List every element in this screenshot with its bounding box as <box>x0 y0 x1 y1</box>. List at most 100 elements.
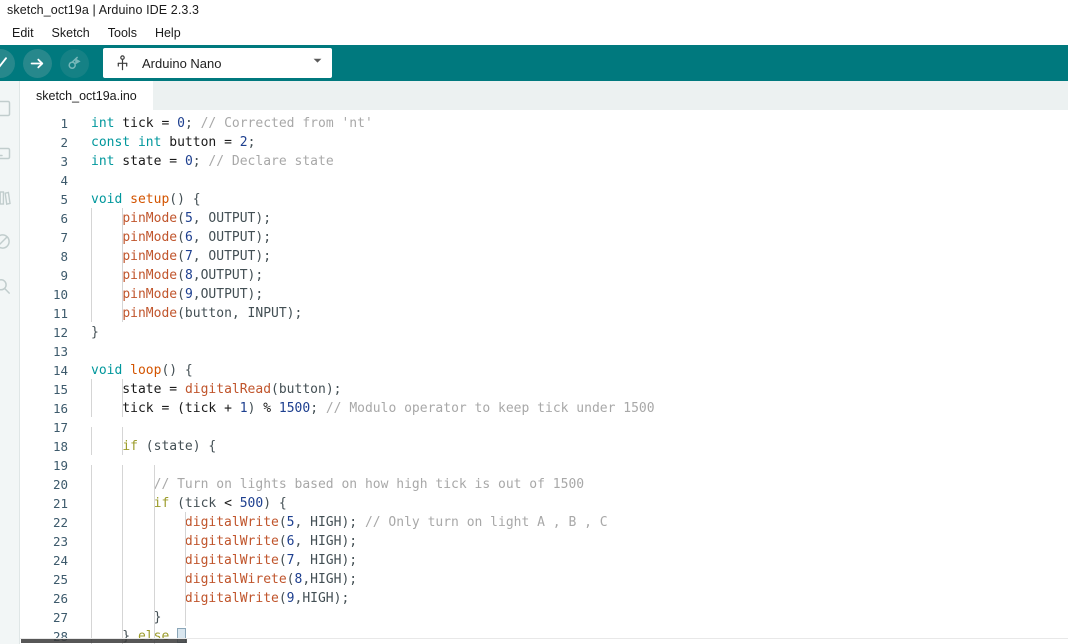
code-token: button <box>161 135 225 150</box>
line-number: 21 <box>52 496 68 511</box>
debug-button[interactable] <box>60 48 89 78</box>
line-number: 20 <box>52 477 68 492</box>
code-line[interactable]: 26 digitalWrite(9,HIGH); <box>20 588 1068 608</box>
code-line-content: digitalWrite(6, HIGH); <box>72 531 1068 551</box>
code-line[interactable]: 1 int tick = 0; // Corrected from 'nt' <box>20 114 1068 133</box>
indent-guide <box>91 588 92 607</box>
indent-guide <box>122 512 124 531</box>
boards-manager-icon[interactable] <box>0 138 17 168</box>
debug-sidebar-icon[interactable] <box>0 226 17 256</box>
code-line[interactable]: 6 pinMode(5, OUTPUT); <box>20 208 1068 228</box>
code-line[interactable]: 5 void setup() { <box>20 190 1068 209</box>
indent-guide <box>122 550 124 569</box>
code-token: } <box>91 325 99 340</box>
code-token: ( <box>177 287 185 302</box>
code-line[interactable]: 11 pinMode(button, INPUT); <box>20 303 1068 323</box>
code-line[interactable]: 16 tick = (tick + 1) % 1500; // Modulo o… <box>20 398 1068 418</box>
debug-icon <box>66 54 84 72</box>
code-token: ) <box>247 401 264 416</box>
scrollbar-thumb[interactable] <box>21 639 187 643</box>
indent-guide <box>153 531 155 550</box>
sketchbook-icon[interactable] <box>0 93 17 123</box>
code-line[interactable]: 17 <box>20 418 1068 446</box>
code-line[interactable]: 19 <box>20 456 1068 484</box>
menu-item-tools[interactable]: Tools <box>108 25 146 41</box>
line-number: 2 <box>60 135 68 150</box>
code-line[interactable]: 18 if (state) { <box>20 436 1068 456</box>
code-token: ; <box>247 135 256 150</box>
code-line[interactable]: 21 if (tick < 500) { <box>20 493 1068 513</box>
code-line[interactable]: 9 pinMode(8,OUTPUT); <box>20 265 1068 285</box>
code-line[interactable]: 15 state = digitalRead(button); <box>20 379 1068 399</box>
code-token: = <box>169 154 178 169</box>
menu-item-sketch[interactable]: Sketch <box>52 25 99 41</box>
code-token: void <box>91 363 123 378</box>
code-line[interactable]: 4 <box>20 171 1068 190</box>
code-line[interactable]: 14 void loop() { <box>20 361 1068 380</box>
checkmark-icon <box>0 55 9 72</box>
library-manager-icon[interactable] <box>0 182 17 212</box>
code-line[interactable]: 7 pinMode(6, OUTPUT); <box>20 227 1068 247</box>
code-line[interactable]: 3 int state = 0; // Declare state <box>20 152 1068 171</box>
line-number: 11 <box>52 306 68 321</box>
indent-guide <box>184 588 186 607</box>
verify-button[interactable] <box>0 48 15 78</box>
code-line[interactable]: 13 <box>20 342 1068 361</box>
horizontal-scrollbar[interactable] <box>20 639 1068 644</box>
upload-button[interactable] <box>23 48 52 78</box>
code-token: ( <box>177 230 185 245</box>
line-number: 23 <box>52 534 68 549</box>
arduino-ide-window: sketch_oct19a | Arduino IDE 2.3.3 Edit S… <box>0 0 1068 644</box>
code-line-content: tick = (tick + 1) % 1500; // Modulo oper… <box>72 398 1068 418</box>
line-number: 9 <box>60 268 68 283</box>
code-line-content: void setup() { <box>72 190 1068 209</box>
menu-item-help[interactable]: Help <box>155 25 190 41</box>
board-selector[interactable]: Arduino Nano <box>103 48 332 78</box>
code-line[interactable]: 2 const int button = 2; <box>20 133 1068 152</box>
line-number: 26 <box>52 591 68 606</box>
indent-guide <box>184 607 186 626</box>
tab-sketch-oct19a-ino[interactable]: sketch_oct19a.ino <box>20 81 153 110</box>
code-line[interactable]: 25 digitalWirete(8,HIGH); <box>20 569 1068 589</box>
code-line[interactable]: 23 digitalWrite(6, HIGH); <box>20 531 1068 551</box>
chevron-down-icon[interactable] <box>311 54 324 72</box>
code-token: // Corrected from 'nt' <box>200 116 373 131</box>
code-line-content: digitalWirete(8,HIGH); <box>72 569 1068 589</box>
code-line[interactable]: 10 pinMode(9,OUTPUT); <box>20 284 1068 304</box>
line-number: 22 <box>52 515 68 530</box>
indent-guide <box>91 284 92 303</box>
code-line[interactable]: 8 pinMode(7, OUTPUT); <box>20 246 1068 266</box>
indent-guide <box>122 493 124 512</box>
code-line[interactable]: 12} <box>20 323 1068 342</box>
code-line[interactable]: 24 digitalWrite(7, HIGH); <box>20 550 1068 570</box>
code-line[interactable]: 22 digitalWrite(5, HIGH); // Only turn o… <box>20 512 1068 532</box>
search-icon[interactable] <box>0 271 17 301</box>
code-token: ( <box>278 534 287 549</box>
menu-item-edit[interactable]: Edit <box>12 25 43 41</box>
code-editor[interactable]: 1 int tick = 0; // Corrected from 'nt' 2 co… <box>20 110 1068 644</box>
indent-guide <box>91 265 92 284</box>
line-number: 1 <box>60 116 68 131</box>
line-number: 4 <box>60 173 68 188</box>
code-token: 6 <box>184 230 193 245</box>
code-token: if <box>153 496 170 511</box>
code-token: state <box>114 154 170 169</box>
indent-guide <box>153 512 155 531</box>
code-line[interactable]: 27 } <box>20 607 1068 627</box>
code-line[interactable]: 20 // Turn on lights based on how high t… <box>20 474 1068 494</box>
code-token: int <box>91 154 115 169</box>
code-token: 500 <box>239 496 264 511</box>
code-token: ,HIGH); <box>302 572 358 587</box>
code-line-content: if (tick < 500) { <box>72 493 1068 513</box>
indent-guide <box>91 569 92 588</box>
code-token: () { <box>169 192 201 207</box>
